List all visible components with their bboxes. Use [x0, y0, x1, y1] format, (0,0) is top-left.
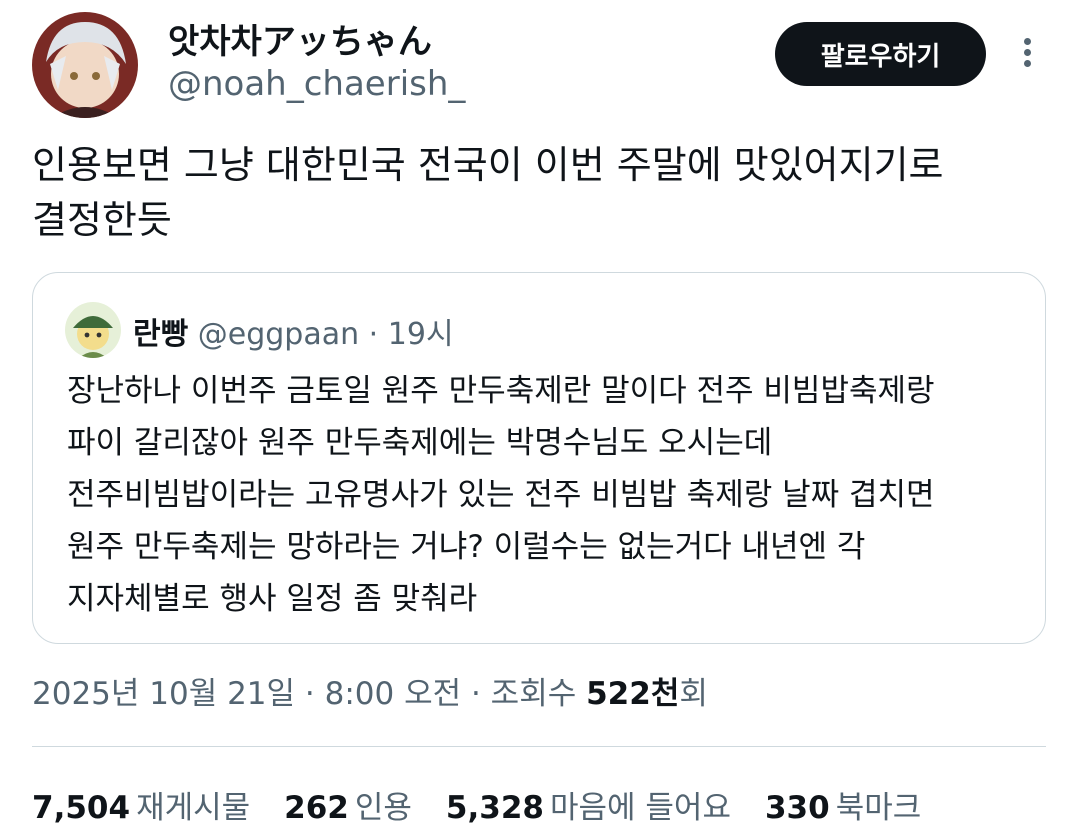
quote-author-name[interactable]: 란빵 [133, 317, 188, 352]
quote-text-line: 원주 만두축제는 망하라는 거냐? 이럴수는 없는거다 내년엔 각 [67, 529, 866, 565]
bookmark-count: 330 [764, 790, 830, 826]
bookmark-stat[interactable]: 330 북마크 [765, 782, 921, 827]
retweet-count: 7,504 [32, 790, 131, 826]
quote-timestamp[interactable]: 19시 [388, 317, 454, 352]
post-date-time[interactable]: 2025년 10월 21일 · 8:00 오전 · 조회수 [32, 676, 586, 712]
quote-header: 란빵 @eggpaan · 19시 [133, 309, 454, 353]
author-handle[interactable]: @noah_chaerish_ [168, 64, 465, 104]
tweet-text-line: 결정한듯 [32, 198, 172, 242]
tweet-meta: 2025년 10월 21일 · 8:00 오전 · 조회수 522천회 [32, 668, 708, 713]
follow-button[interactable]: 팔로우하기 [775, 22, 986, 86]
tweet-text: 인용보면 그냥 대한민국 전국이 이번 주말에 맛있어지기로 결정한듯 [32, 138, 1032, 248]
tweet-text-line: 인용보면 그냥 대한민국 전국이 이번 주말에 맛있어지기로 [32, 143, 944, 187]
retweet-stat[interactable]: 7,504 재게시물 [32, 782, 250, 827]
quote-count: 262 [284, 790, 349, 826]
bookmark-label: 북마크 [835, 790, 922, 826]
quote-author-avatar[interactable] [65, 302, 121, 358]
quote-text: 장난하나 이번주 금토일 원주 만두축제란 말이다 전주 비빔밥축제랑 파이 갈… [67, 365, 1027, 625]
quote-separator: · [368, 317, 379, 352]
view-count-suffix: 회 [679, 676, 708, 712]
quoted-tweet[interactable]: 란빵 @eggpaan · 19시 장난하나 이번주 금토일 원주 만두축제란 … [32, 272, 1046, 644]
quote-stat[interactable]: 262 인용 [284, 782, 412, 827]
divider [32, 746, 1046, 747]
quote-text-line: 지자체별로 행사 일정 좀 맞춰라 [67, 581, 478, 617]
quote-author-handle[interactable]: @eggpaan [198, 317, 359, 352]
author-avatar[interactable] [32, 12, 138, 118]
engagement-stats: 7,504 재게시물 262 인용 5,328 마음에 들어요 330 북마크 [32, 782, 921, 827]
like-stat[interactable]: 5,328 마음에 들어요 [446, 782, 731, 827]
like-label: 마음에 들어요 [549, 790, 731, 826]
like-count: 5,328 [445, 790, 544, 826]
quote-label: 인용 [354, 790, 412, 826]
author-display-name[interactable]: 앗차차アッちゃん [168, 14, 432, 63]
quote-text-line: 전주비빔밥이라는 고유명사가 있는 전주 비빔밥 축제랑 날짜 겹치면 [67, 477, 935, 513]
quote-text-line: 파이 갈리잖아 원주 만두축제에는 박명수님도 오시는데 [67, 425, 773, 461]
quote-text-line: 장난하나 이번주 금토일 원주 만두축제란 말이다 전주 비빔밥축제랑 [67, 373, 935, 409]
retweet-label: 재게시물 [136, 790, 251, 826]
more-options-icon[interactable] [1014, 38, 1040, 72]
view-count: 522천 [586, 676, 680, 712]
